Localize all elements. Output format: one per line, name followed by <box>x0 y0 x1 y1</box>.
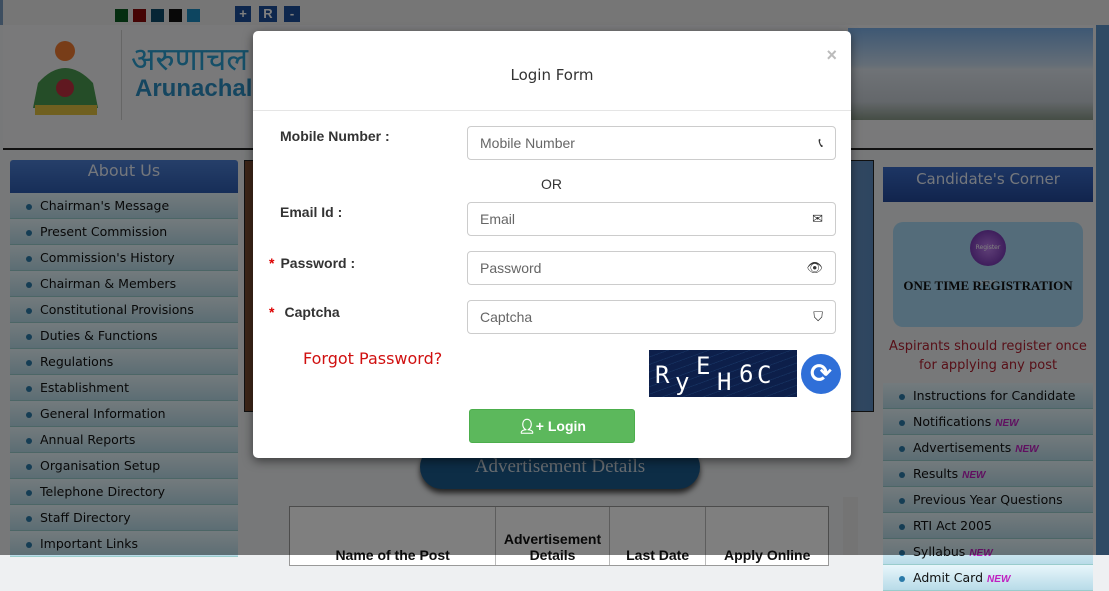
captcha-image: R y E H 6 C <box>649 350 797 397</box>
or-separator: OR <box>541 176 562 192</box>
password-label: * Password : <box>269 255 355 271</box>
modal-divider <box>253 110 851 111</box>
refresh-captcha-icon[interactable]: ⟳ <box>801 354 841 394</box>
captcha-label-text: Captcha <box>284 304 340 320</box>
user-plus-icon: 👤︎+ <box>518 418 548 434</box>
new-badge: NEW <box>987 574 1011 585</box>
captcha-char: E <box>696 352 711 380</box>
candidate-corner-item[interactable]: Admit Card NEW <box>883 565 1093 591</box>
login-modal: Login Form × Mobile Number : Mobile Numb… <box>253 31 851 458</box>
captcha-char: y <box>675 368 690 396</box>
login-label: Login <box>547 418 586 434</box>
captcha-input[interactable]: Captcha ⛉ <box>467 300 836 334</box>
captcha-char: C <box>757 361 772 389</box>
required-mark: * <box>269 255 275 271</box>
email-input[interactable]: Email ✉ <box>467 202 836 236</box>
mobile-placeholder: Mobile Number <box>480 135 575 151</box>
shield-icon: ⛉ <box>813 309 823 324</box>
email-placeholder: Email <box>480 211 516 227</box>
password-label-text: Password : <box>280 255 356 271</box>
close-icon[interactable]: × <box>826 45 837 66</box>
password-placeholder: Password <box>480 260 542 276</box>
required-mark: * <box>269 304 275 320</box>
password-input[interactable]: Password 👁︎ <box>467 251 836 285</box>
envelope-icon: ✉ <box>812 211 823 226</box>
captcha-char: H <box>717 368 732 396</box>
captcha-label: * Captcha <box>269 304 340 320</box>
login-button[interactable]: 👤︎+ Login <box>469 409 635 443</box>
phone-icon: 📞︎ <box>818 135 823 150</box>
captcha-char: 6 <box>739 360 754 388</box>
modal-title: Login Form <box>510 66 594 84</box>
mobile-label: Mobile Number : <box>280 128 390 144</box>
email-label: Email Id : <box>280 204 343 220</box>
mobile-number-input[interactable]: Mobile Number 📞︎ <box>467 126 836 160</box>
eye-icon[interactable]: 👁︎ <box>806 252 823 284</box>
item-label: Admit Card <box>913 570 984 585</box>
captcha-char: R <box>655 361 670 389</box>
captcha-placeholder: Captcha <box>480 309 533 325</box>
forgot-password-link[interactable]: Forgot Password? <box>303 349 442 368</box>
